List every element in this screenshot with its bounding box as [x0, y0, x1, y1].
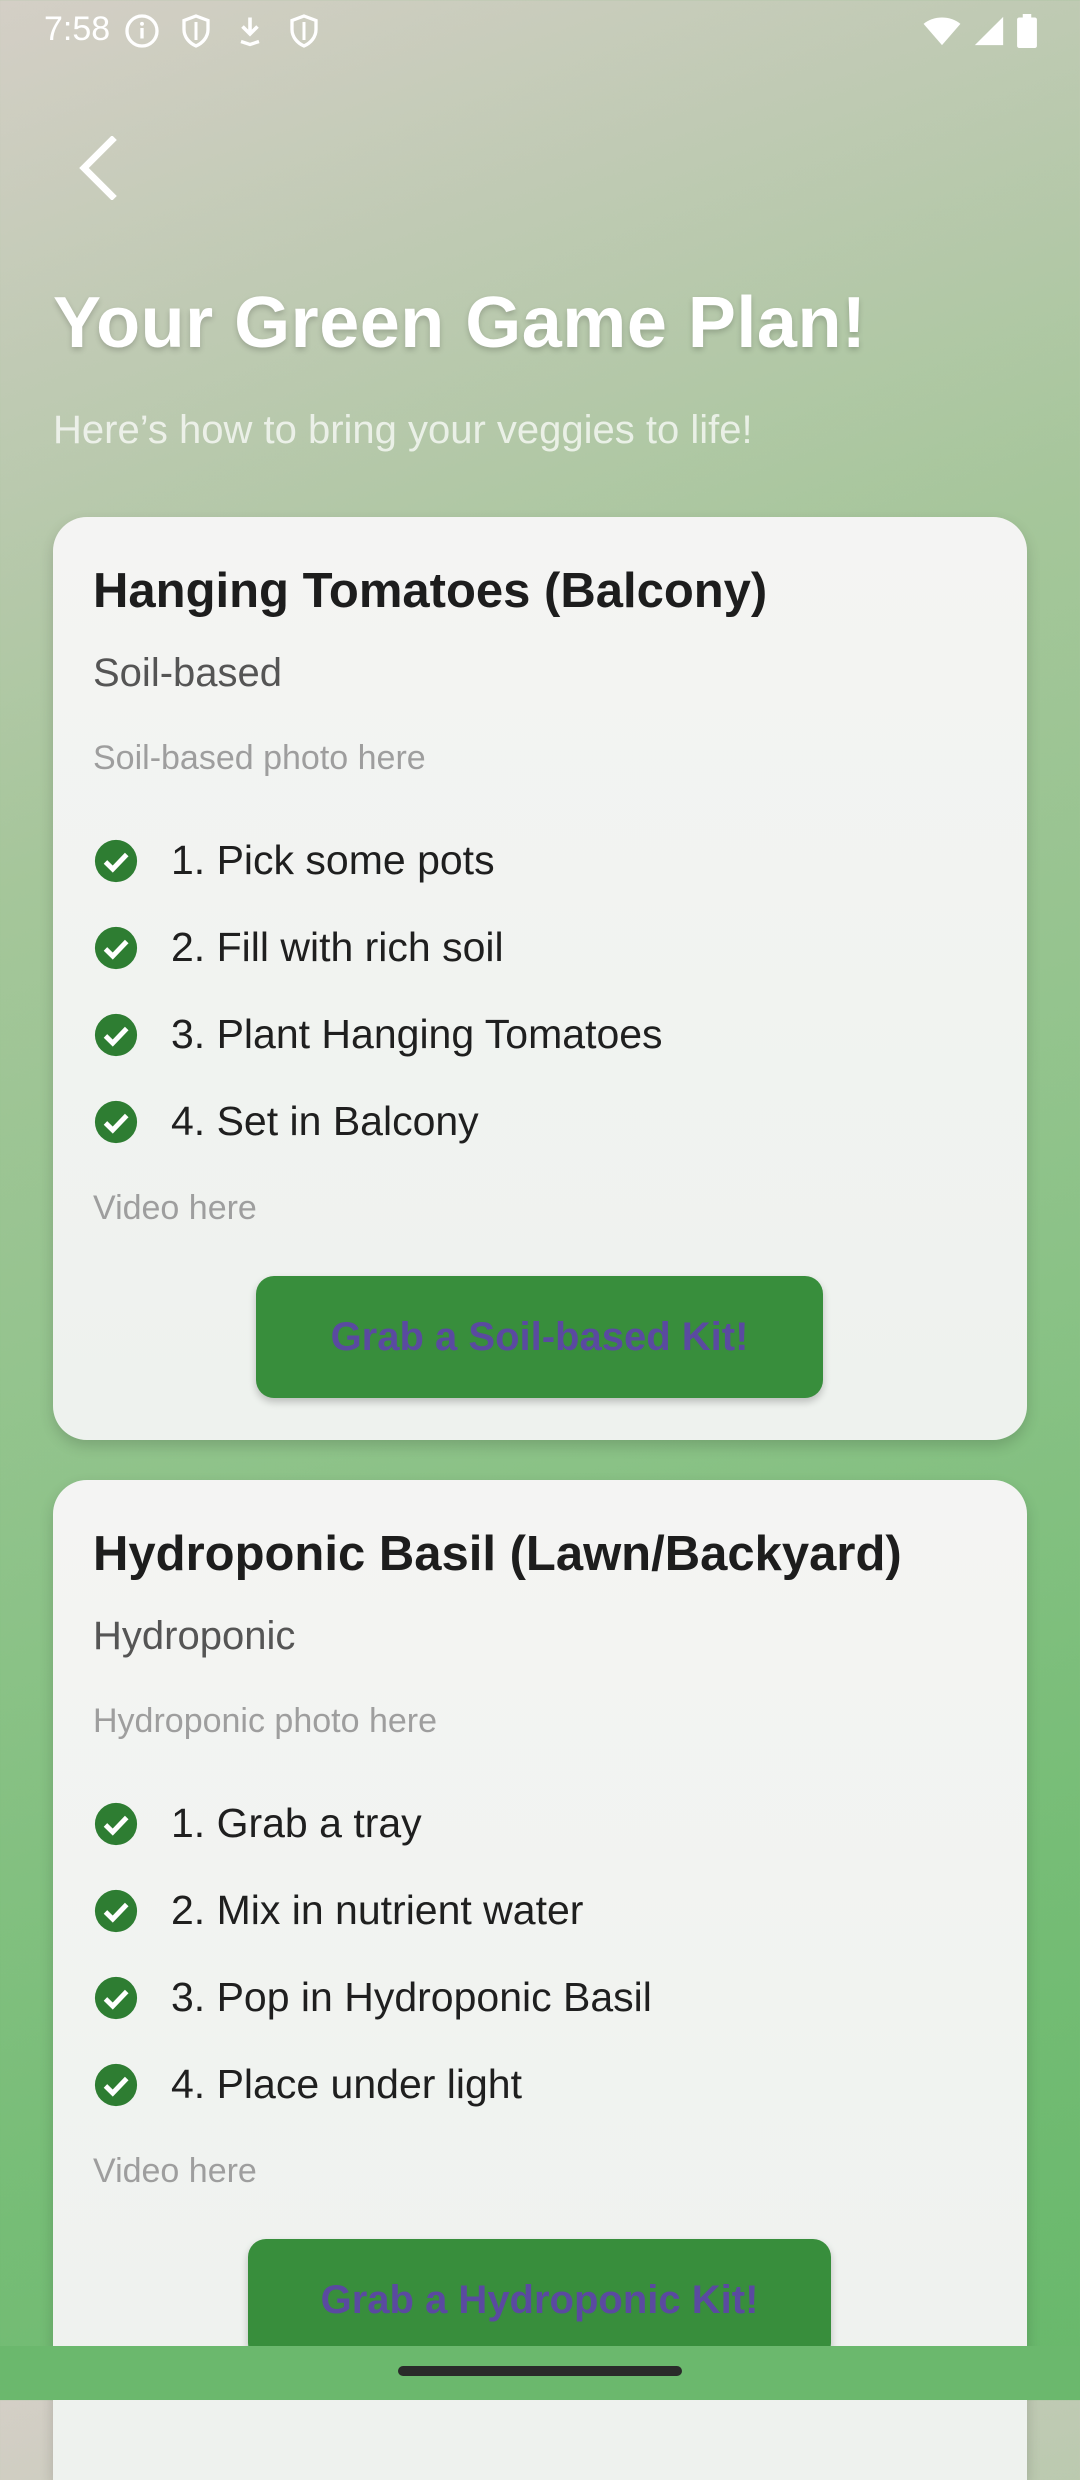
step-item: 4. Set in Balcony: [93, 1078, 663, 1165]
info-icon: [125, 14, 159, 48]
step-item: 3. Plant Hanging Tomatoes: [93, 991, 663, 1078]
check-circle-icon: [94, 1013, 138, 1056]
step-label: 1. Pick some pots: [171, 837, 495, 883]
check-circle-icon: [94, 1802, 138, 1845]
video-placeholder: Video here: [93, 1189, 257, 1227]
download-icon: [240, 17, 260, 47]
card-method: Soil-based: [93, 651, 283, 695]
photo-placeholder: Hydroponic photo here: [93, 1702, 438, 1740]
back-chevron-icon: [79, 136, 117, 200]
check-circle-icon: [94, 2063, 138, 2106]
step-item: 2. Mix in nutrient water: [93, 1867, 652, 1954]
battery-icon: [1017, 14, 1037, 48]
check-circle-icon: [94, 926, 138, 969]
step-label: 4. Place under light: [171, 2061, 523, 2107]
step-item: 3. Pop in Hydroponic Basil: [93, 1954, 652, 2041]
signal-icon: [974, 16, 1004, 46]
status-bar: 7:58: [0, 0, 1080, 64]
card-title: Hanging Tomatoes (Balcony): [93, 564, 768, 618]
steps-list: 1. Grab a tray 2. Mix in nutrient water …: [93, 1780, 652, 2128]
step-label: 2. Fill with rich soil: [171, 924, 504, 970]
step-label: 3. Plant Hanging Tomatoes: [171, 1011, 663, 1057]
status-system-icons: [922, 12, 1038, 50]
card-method: Hydroponic: [93, 1614, 296, 1658]
grab-soil-kit-button[interactable]: Grab a Soil-based Kit!: [256, 1276, 823, 1398]
plan-card-hanging-tomatoes: Hanging Tomatoes (Balcony) Soil-based So…: [53, 517, 1027, 1440]
check-circle-icon: [94, 1889, 138, 1932]
card-title: Hydroponic Basil (Lawn/Backyard): [93, 1527, 902, 1581]
status-notification-icons: [124, 12, 322, 50]
check-circle-icon: [94, 1976, 138, 2019]
home-indicator[interactable]: [398, 2366, 682, 2376]
page-subtitle: Here’s how to bring your veggies to life…: [53, 408, 753, 452]
plan-card-hydroponic-basil: Hydroponic Basil (Lawn/Backyard) Hydropo…: [53, 1480, 1027, 2480]
photo-placeholder: Soil-based photo here: [93, 739, 426, 777]
step-label: 4. Set in Balcony: [171, 1098, 479, 1144]
grab-hydroponic-kit-button[interactable]: Grab a Hydroponic Kit!: [248, 2239, 831, 2361]
steps-list: 1. Pick some pots 2. Fill with rich soil…: [93, 817, 663, 1165]
back-button[interactable]: [56, 128, 136, 208]
check-circle-icon: [94, 839, 138, 882]
step-label: 1. Grab a tray: [171, 1800, 422, 1846]
step-item: 4. Place under light: [93, 2041, 652, 2128]
step-label: 2. Mix in nutrient water: [171, 1887, 584, 1933]
wifi-icon: [923, 17, 961, 46]
shield-icon: [182, 14, 210, 48]
step-item: 1. Grab a tray: [93, 1780, 652, 1867]
step-item: 1. Pick some pots: [93, 817, 663, 904]
video-placeholder: Video here: [93, 2152, 257, 2190]
check-circle-icon: [94, 1100, 138, 1143]
step-label: 3. Pop in Hydroponic Basil: [171, 1974, 652, 2020]
status-time: 7:58: [44, 10, 111, 48]
page-title: Your Green Game Plan!: [53, 283, 867, 363]
step-item: 2. Fill with rich soil: [93, 904, 663, 991]
shield-icon: [290, 14, 318, 48]
